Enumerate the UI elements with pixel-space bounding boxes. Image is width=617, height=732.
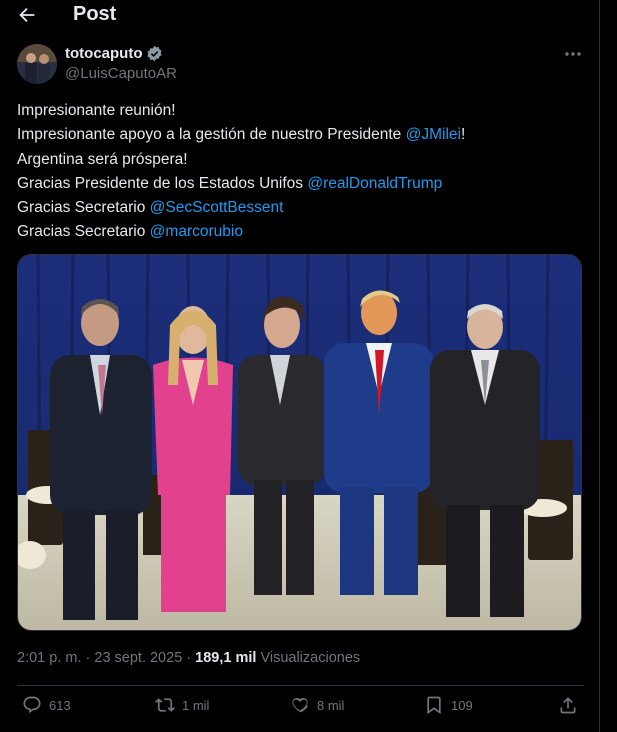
mention-link[interactable]: @realDonaldTrump (307, 175, 442, 192)
mention-link[interactable]: @marcorubio (150, 223, 243, 240)
more-dots-icon[interactable] (563, 44, 583, 64)
meta-dot-2: · (182, 650, 196, 666)
arrow-left-icon[interactable] (16, 4, 38, 26)
like-count: 8 mil (317, 697, 345, 713)
tweet-line: Gracias Secretario @SecScottBessent (17, 196, 587, 220)
reply-button[interactable]: 613 (22, 695, 71, 715)
tweet-line: Argentina será próspera! (17, 148, 587, 172)
tweet-text: Impresionante reunión! Impresionante apoy… (17, 99, 587, 245)
mention-link[interactable]: @JMilei (406, 126, 461, 143)
tweet-text-segment: Argentina será próspera! (17, 150, 188, 168)
column-border (599, 0, 600, 732)
repost-button[interactable]: 1 mil (155, 695, 209, 715)
mention-link[interactable]: @SecScottBessent (150, 199, 284, 216)
post-date[interactable]: 23 sept. 2025 (94, 650, 182, 666)
divider (17, 685, 584, 686)
bookmark-count: 109 (451, 697, 473, 713)
tweet-line: Gracias Secretario @marcorubio (17, 220, 587, 244)
action-bar: 613 1 mil 8 mil 109 (0, 695, 600, 723)
post-time[interactable]: 2:01 p. m. (17, 650, 81, 666)
heart-icon (292, 697, 309, 713)
verified-badge-icon (147, 45, 163, 62)
tweet-text-segment: ! (460, 126, 466, 144)
tweet-photo[interactable] (17, 254, 582, 631)
bookmark-icon (427, 696, 441, 715)
tweet-line: Impresionante reunión! (17, 99, 587, 123)
share-button[interactable] (558, 695, 578, 715)
view-count: 189,1 mil (195, 650, 257, 666)
like-button[interactable]: 8 mil (290, 695, 344, 715)
reply-count: 613 (49, 697, 71, 713)
tweet-text-segment: Gracias Presidente de los Estados Unifos (17, 174, 308, 192)
tweet-line: Gracias Presidente de los Estados Unifos… (17, 172, 587, 196)
tweet-text-segment: Impresionante reunión! (17, 102, 176, 119)
share-icon (560, 697, 576, 714)
tweet-text-segment: Gracias Secretario (17, 199, 150, 217)
repost-count: 1 mil (182, 697, 210, 713)
avatar[interactable] (17, 44, 57, 84)
author-handle[interactable]: @LuisCaputoAR (65, 65, 177, 82)
tweet-text-segment: Impresionante apoyo a la gestión de nues… (17, 126, 406, 144)
top-bar: Post (0, 0, 599, 32)
page-title: Post (73, 3, 117, 25)
views-label: Visualizaciones (256, 650, 361, 666)
tweet-line: Impresionante apoyo a la gestión de nues… (17, 123, 587, 147)
meta-dot: · (81, 650, 95, 666)
repost-icon (155, 698, 175, 712)
bookmark-button[interactable]: 109 (424, 695, 473, 715)
author-name-row[interactable]: totocaputo (65, 45, 163, 62)
post-meta: 2:01 p. m. · 23 sept. 2025 · 189,1 mil V… (17, 650, 360, 666)
tweet-text-segment: Gracias Secretario (17, 223, 150, 241)
reply-icon (23, 696, 41, 714)
author-name[interactable]: totocaputo (65, 45, 142, 62)
